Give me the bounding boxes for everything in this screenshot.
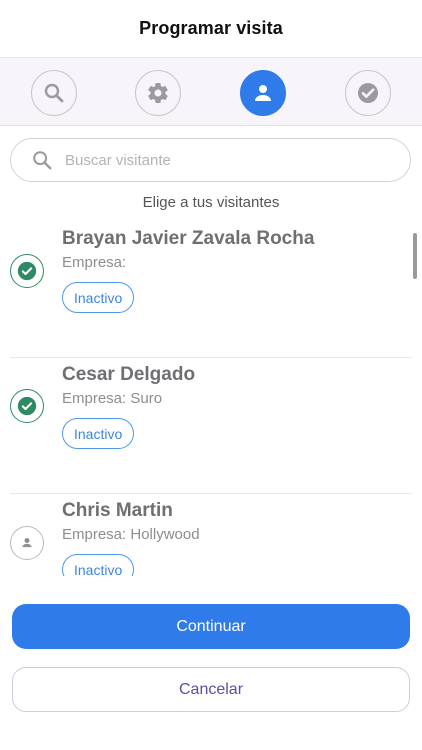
step-settings[interactable]: [135, 70, 181, 116]
visitor-list[interactable]: Brayan Javier Zavala Rocha Empresa: Inac…: [0, 222, 422, 576]
continue-button[interactable]: Continuar: [12, 604, 410, 649]
list-subtitle: Elige a tus visitantes: [142, 194, 280, 211]
search-icon: [44, 83, 64, 103]
search-icon: [33, 151, 52, 170]
stepper: [0, 58, 422, 126]
visitor-company: Empresa:: [62, 254, 127, 271]
header: Programar visita: [0, 0, 422, 58]
visitor-checkbox[interactable]: [10, 389, 44, 423]
person-icon: [255, 85, 271, 101]
cancel-button[interactable]: Cancelar: [12, 667, 410, 712]
visitor-row[interactable]: Brayan Javier Zavala Rocha Empresa: Inac…: [0, 222, 422, 358]
search-input[interactable]: [65, 151, 365, 169]
search-bar[interactable]: [10, 138, 411, 182]
visitor-name: Brayan Javier Zavala Rocha: [62, 228, 315, 249]
check-circle-icon: [17, 261, 37, 281]
status-badge: Inactivo: [62, 554, 135, 576]
step-visitors[interactable]: [240, 70, 286, 116]
list-scrollbar[interactable]: [413, 233, 417, 279]
gear-icon: [148, 83, 168, 104]
check-circle-icon: [358, 83, 378, 103]
visitor-checkbox[interactable]: [10, 526, 44, 560]
visitor-checkbox[interactable]: [10, 254, 44, 288]
status-badge: Inactivo: [62, 282, 135, 313]
step-search[interactable]: [31, 70, 77, 116]
visitor-company: Empresa: Suro: [62, 390, 163, 407]
person-icon: [22, 538, 32, 548]
page-title: Programar visita: [139, 18, 283, 38]
visitor-row[interactable]: Cesar Delgado Empresa: Suro Inactivo: [0, 358, 422, 494]
step-confirm[interactable]: [345, 70, 391, 116]
visitor-name: Chris Martin: [62, 500, 173, 521]
visitor-row[interactable]: Chris Martin Empresa: Hollywood Inactivo: [0, 494, 422, 576]
visitor-name: Cesar Delgado: [62, 364, 196, 385]
status-badge: Inactivo: [62, 418, 135, 449]
check-circle-icon: [17, 396, 37, 416]
visitor-company: Empresa: Hollywood: [62, 526, 200, 543]
